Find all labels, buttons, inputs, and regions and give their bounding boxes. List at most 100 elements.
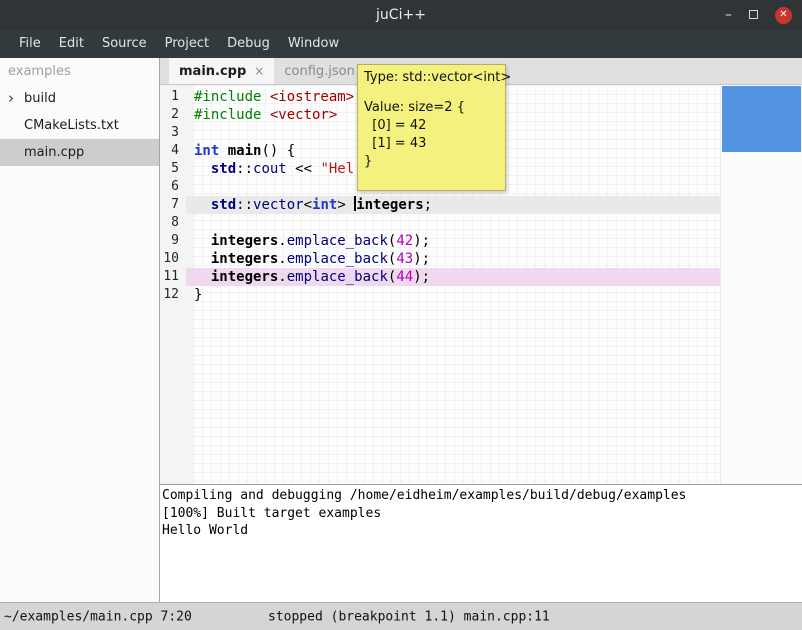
line-number[interactable]: 2 [160, 106, 186, 124]
code-token: > [337, 197, 354, 213]
code-token: <iostream> [270, 89, 354, 105]
code-token: :: [236, 197, 253, 213]
menubar: FileEditSourceProjectDebugWindow [0, 30, 802, 58]
line-number[interactable]: 7 [160, 196, 186, 214]
code-token [194, 251, 211, 267]
line-number[interactable]: 5 [160, 160, 186, 178]
status-cursor-location: ~/examples/main.cpp 7:20 [4, 609, 192, 624]
code-token: std [211, 161, 236, 177]
line-number[interactable]: 4 [160, 142, 186, 160]
code-token: main [228, 143, 262, 159]
code-line: 9 integers.emplace_back(42); [160, 232, 802, 250]
code-line: 11 integers.emplace_back(44); [160, 268, 802, 286]
line-number[interactable]: 11 [160, 268, 186, 286]
window-controls: – ✕ [725, 0, 792, 30]
tooltip-line: Value: size=2 { [364, 99, 499, 117]
tree-item-label: CMakeLists.txt [24, 118, 119, 133]
close-button[interactable]: ✕ [775, 7, 792, 24]
menu-project[interactable]: Project [156, 30, 218, 58]
code-token: integers [211, 251, 278, 267]
code-token: <vector> [270, 107, 337, 123]
restore-button[interactable] [749, 8, 758, 22]
menu-window[interactable]: Window [279, 30, 348, 58]
line-number[interactable]: 12 [160, 286, 186, 304]
code-line: 10 integers.emplace_back(43); [160, 250, 802, 268]
tooltip-value-lines: Value: size=2 { [0] = 42 [1] = 43} [364, 99, 499, 171]
close-icon: ✕ [779, 10, 787, 20]
tree-item-cmakelists-txt[interactable]: CMakeLists.txt [0, 112, 159, 139]
tab-close-icon[interactable]: × [254, 64, 264, 78]
line-number[interactable]: 3 [160, 124, 186, 142]
menu-source[interactable]: Source [93, 30, 156, 58]
minimize-button[interactable]: – [725, 8, 732, 22]
code-token: int [312, 197, 337, 213]
menu-debug[interactable]: Debug [218, 30, 279, 58]
code-token: ); [413, 251, 430, 267]
code-token: 42 [396, 233, 413, 249]
code-token [219, 143, 227, 159]
code-token: < [304, 197, 312, 213]
line-number[interactable]: 8 [160, 214, 186, 232]
code-token [194, 233, 211, 249]
code-text[interactable]: integers.emplace_back(42); [186, 232, 720, 250]
code-line: 7 std::vector<int> integers; [160, 196, 802, 214]
code-token: ; [424, 197, 432, 213]
tree-item-build[interactable]: › build [0, 85, 159, 112]
terminal-line: Hello World [162, 522, 802, 540]
line-number[interactable]: 9 [160, 232, 186, 250]
code-token: 43 [396, 251, 413, 267]
code-token: . [278, 251, 286, 267]
menu-edit[interactable]: Edit [50, 30, 93, 58]
code-token: } [194, 287, 202, 303]
code-line: 12} [160, 286, 802, 304]
code-text[interactable] [186, 214, 720, 232]
code-token: :: [236, 161, 253, 177]
code-token: "Hel [320, 161, 354, 177]
tree-item-label: main.cpp [24, 145, 84, 160]
line-number[interactable]: 1 [160, 88, 186, 106]
code-token: ); [413, 269, 430, 285]
code-token: << [287, 161, 321, 177]
code-token: integers [356, 197, 423, 213]
menu-file[interactable]: File [10, 30, 50, 58]
tab-label: main.cpp [179, 64, 246, 79]
status-bar: ~/examples/main.cpp 7:20 stopped (breakp… [0, 602, 802, 630]
titlebar: juCi++ – ✕ [0, 0, 802, 30]
code-token: . [278, 233, 286, 249]
code-token: std [211, 197, 236, 213]
code-text[interactable]: integers.emplace_back(44); [186, 268, 720, 286]
tab-main-cpp[interactable]: main.cpp × [169, 58, 274, 84]
code-text[interactable]: std::vector<int> integers; [186, 196, 720, 214]
code-token: vector [253, 197, 304, 213]
code-token: 44 [396, 269, 413, 285]
window-title: juCi++ [376, 7, 426, 23]
code-token: emplace_back [287, 233, 388, 249]
debug-value-tooltip: Type: std::vector<int> Value: size=2 { [… [357, 64, 506, 191]
code-token: integers [211, 233, 278, 249]
code-line: 8 [160, 214, 802, 232]
code-token: integers [211, 269, 278, 285]
code-text[interactable]: } [186, 286, 720, 304]
tree-item-label: build [24, 91, 56, 106]
line-number[interactable]: 6 [160, 178, 186, 196]
code-token: ); [413, 233, 430, 249]
code-token: emplace_back [287, 269, 388, 285]
terminal-output[interactable]: Compiling and debugging /home/eidheim/ex… [160, 484, 802, 602]
chevron-right-icon[interactable]: › [8, 89, 14, 107]
tree-item-main-cpp[interactable]: main.cpp [0, 139, 159, 166]
code-token [194, 269, 211, 285]
code-token: . [278, 269, 286, 285]
status-debug-state: stopped (breakpoint 1.1) main.cpp:11 [268, 609, 550, 624]
app-window: juCi++ – ✕ FileEditSourceProjectDebugWin… [0, 0, 802, 630]
code-token [194, 197, 211, 213]
code-token: #include [194, 107, 270, 123]
code-text[interactable]: integers.emplace_back(43); [186, 250, 720, 268]
line-number[interactable]: 10 [160, 250, 186, 268]
code-token: #include [194, 89, 270, 105]
file-tree-panel: examples ›buildCMakeLists.txtmain.cpp [0, 58, 160, 602]
code-token: () { [261, 143, 295, 159]
restore-icon [749, 10, 758, 19]
code-token: cout [253, 161, 287, 177]
tooltip-line: } [364, 153, 499, 171]
code-token: emplace_back [287, 251, 388, 267]
